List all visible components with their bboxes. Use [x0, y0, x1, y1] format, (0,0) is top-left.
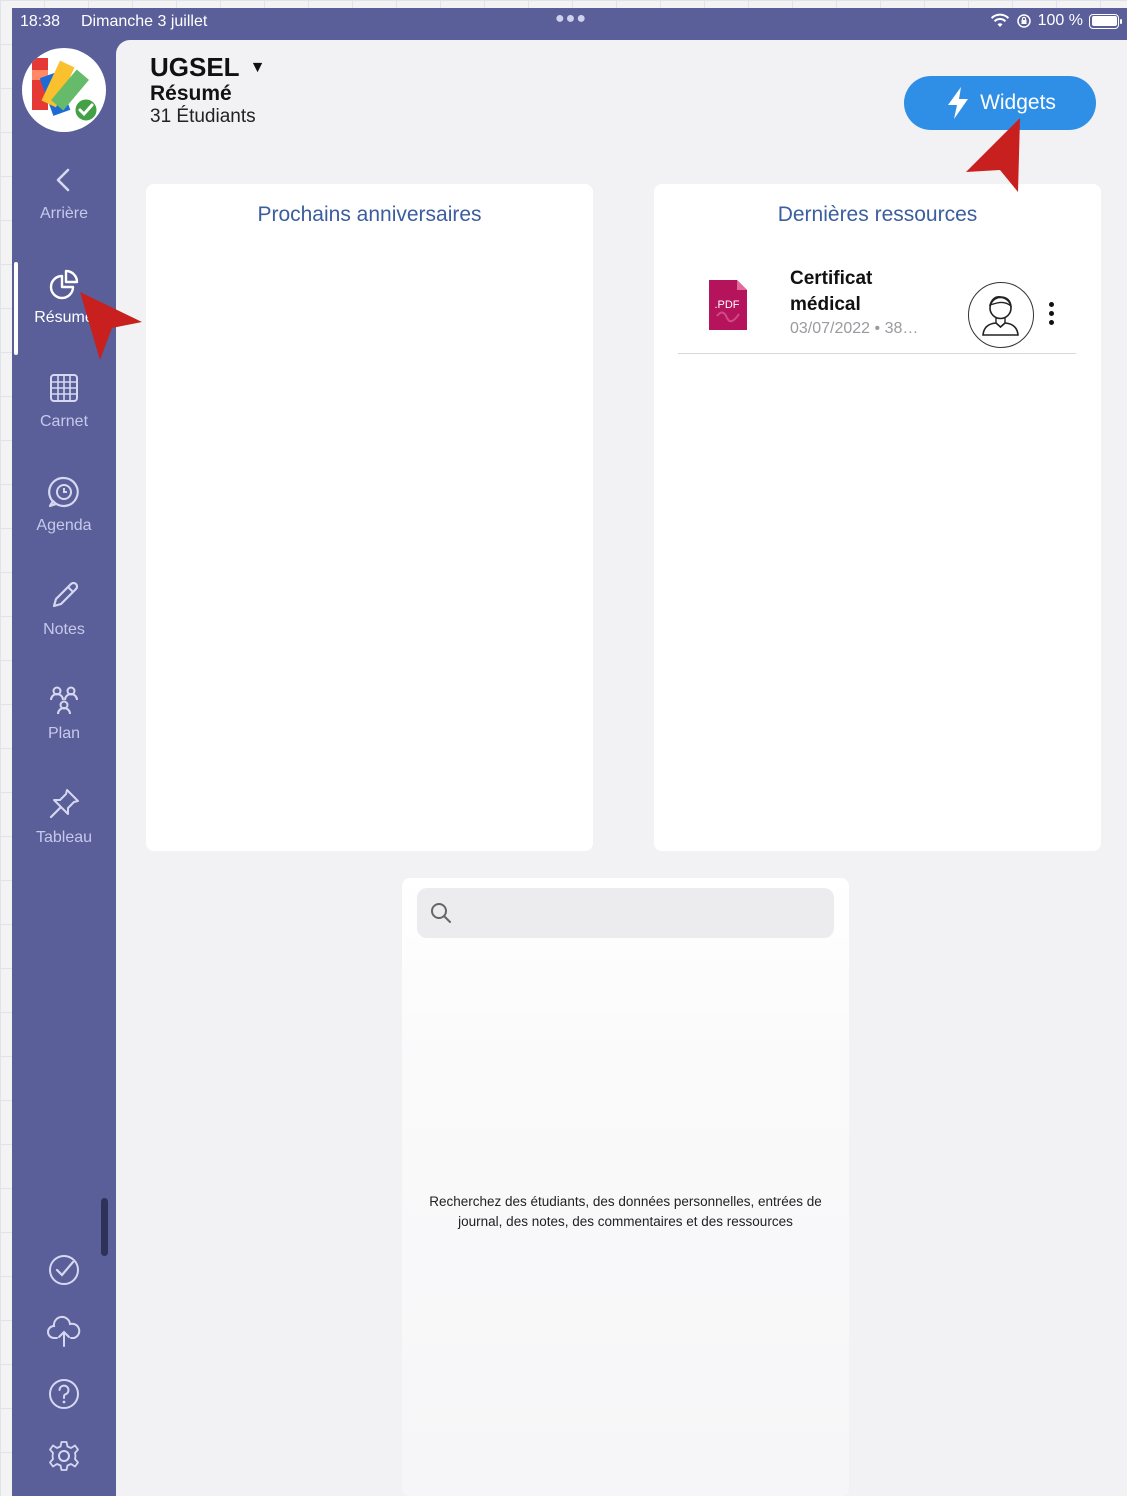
status-date: Dimanche 3 juillet	[81, 13, 208, 30]
multitasking-dots-icon[interactable]: ●●●	[555, 10, 587, 28]
sidebar-item-label: Carnet	[39, 413, 89, 430]
check-circle-icon[interactable]	[46, 1252, 82, 1288]
list-item[interactable]: .PDF Certificat médical 03/07/2022 • 38…	[678, 264, 1076, 354]
student-avatar-icon	[982, 295, 1019, 336]
sidebar: Arrière Résumé Carnet Agenda Notes Plan …	[12, 40, 116, 1496]
search-icon	[431, 903, 451, 923]
cloud-upload-icon[interactable]	[46, 1314, 82, 1350]
status-right: 100 %	[990, 12, 1122, 30]
app-logo[interactable]	[22, 48, 106, 132]
help-icon[interactable]	[46, 1376, 82, 1412]
sidebar-item-plan[interactable]: Plan	[12, 683, 116, 775]
widgets-button-label: Widgets	[980, 91, 1056, 114]
sidebar-item-tableau[interactable]: Tableau	[12, 787, 116, 879]
annotation-arrow-widgets	[966, 118, 1020, 192]
battery-icon	[1089, 13, 1122, 29]
pie-chart-icon	[49, 269, 79, 300]
page-title: UGSEL	[150, 52, 240, 82]
sidebar-item-label: Agenda	[36, 517, 92, 534]
resource-meta: 03/07/2022 • 38…	[790, 320, 919, 337]
chevron-left-icon	[56, 168, 70, 192]
pdf-file-icon: .PDF	[709, 280, 747, 330]
search-panel: Recherchez des étudiants, des données pe…	[402, 878, 849, 1496]
status-time: 18:38	[20, 13, 61, 30]
people-icon	[50, 686, 78, 715]
battery-percent: 100 %	[1037, 12, 1083, 29]
sidebar-item-label: Arrière	[39, 205, 88, 222]
resource-name: Certificat médical	[790, 268, 873, 315]
resources-card-title: Dernières ressources	[777, 203, 978, 226]
pin-icon	[49, 789, 79, 819]
sidebar-item-notes[interactable]: Notes	[12, 579, 116, 671]
search-field[interactable]	[417, 888, 834, 938]
sidebar-item-label: Notes	[43, 621, 85, 638]
sidebar-item-label: Plan	[47, 725, 81, 742]
search-input[interactable]	[463, 888, 823, 938]
pdf-badge: .PDF	[714, 299, 739, 311]
pencil-icon	[52, 581, 79, 608]
birthdays-card: Prochains anniversaires	[146, 184, 593, 851]
sidebar-item-carnet[interactable]: Carnet	[12, 371, 116, 463]
orientation-lock-icon	[1016, 14, 1031, 28]
caret-down-icon: ▼	[249, 58, 266, 76]
wifi-icon	[990, 13, 1009, 27]
main-content: UGSEL ▼ Résumé 31 Étudiants Widgets Proc…	[116, 40, 1127, 1496]
class-selector[interactable]: UGSEL ▼	[150, 52, 265, 83]
status-bar: 18:38 Dimanche 3 juillet ●●● 100 %	[12, 8, 1127, 40]
gear-icon[interactable]	[46, 1438, 82, 1474]
sidebar-item-back[interactable]: Arrière	[12, 163, 116, 255]
student-count: 31 Étudiants	[150, 106, 256, 127]
clock-chat-icon	[48, 476, 79, 508]
sidebar-scrollbar[interactable]	[101, 1198, 108, 1256]
avatar[interactable]	[968, 282, 1034, 348]
grid-icon	[50, 374, 78, 402]
page-subtitle: Résumé	[150, 82, 232, 105]
more-options-icon[interactable]	[1045, 300, 1057, 330]
resources-card: Dernières ressources .PDF Certificat méd…	[654, 184, 1101, 851]
sidebar-item-label: Tableau	[35, 829, 93, 846]
birthdays-card-title: Prochains anniversaires	[257, 203, 482, 226]
annotation-arrow-resume	[80, 292, 142, 360]
search-help-text: Recherchez des étudiants, des données pe…	[429, 1194, 822, 1229]
sidebar-item-agenda[interactable]: Agenda	[12, 475, 116, 567]
ipad-screen: 18:38 Dimanche 3 juillet ●●● 100 % Arriè…	[12, 8, 1127, 1496]
